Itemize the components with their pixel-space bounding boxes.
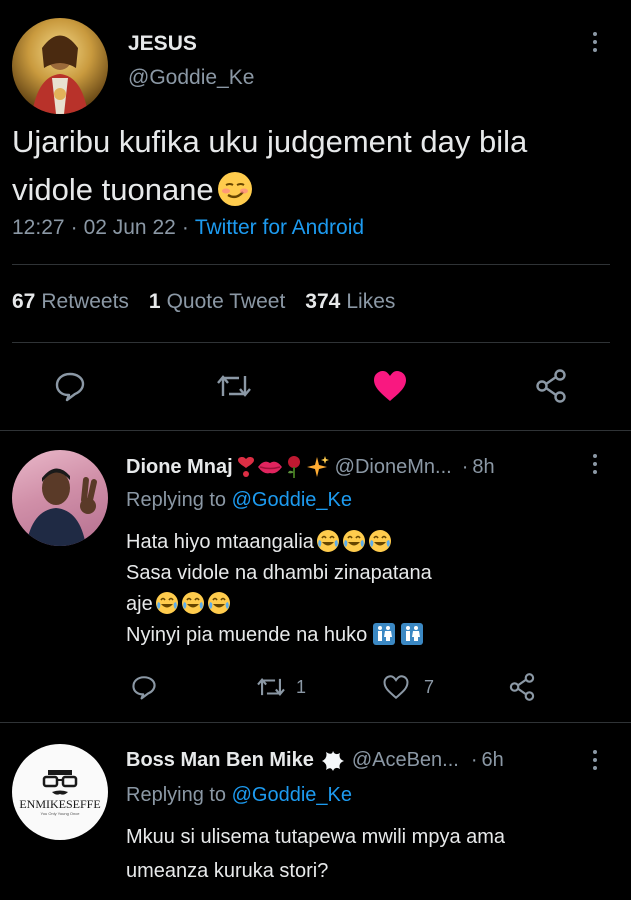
- more-options-icon[interactable]: [592, 32, 598, 52]
- smirk-emoji-icon: [217, 171, 252, 206]
- laughing-emojis: [314, 529, 392, 553]
- tweet-time: 12:27: [12, 216, 65, 239]
- reply-more-options-icon[interactable]: [592, 454, 598, 474]
- tears-of-joy-emoji-icon: [155, 591, 178, 614]
- retweet-icon: [257, 678, 285, 696]
- reply-like-count: 7: [424, 676, 435, 697]
- retweets-label: Retweets: [41, 290, 129, 313]
- replying-to: Replying to @Goddie_Ke: [126, 489, 352, 512]
- tears-of-joy-emoji-icon: [342, 529, 365, 552]
- meta-separator-2: ·: [181, 216, 189, 239]
- reply-icon[interactable]: [54, 370, 86, 402]
- reply-display-name[interactable]: Dione Mnaj: [126, 456, 233, 479]
- reply-text: Hata hiyo mtaangalia Sasa vidole na dham…: [126, 527, 432, 651]
- meta-separator: ·: [470, 749, 478, 771]
- avatar-brand-subtext: You Only Young Once: [41, 811, 81, 816]
- tweet-stats: 67 Retweets 1 Quote Tweet 374 Likes: [12, 290, 395, 314]
- reply-like-button[interactable]: 7: [382, 674, 434, 700]
- reply-time[interactable]: 6h: [482, 749, 504, 772]
- likes-stat[interactable]: 374 Likes: [305, 290, 395, 314]
- divider: [12, 342, 610, 343]
- tweet-meta: 12:27 · 02 Jun 22 · Twitter for Android: [12, 216, 364, 240]
- reply-share-icon[interactable]: [508, 672, 536, 702]
- portrait-icon: [32, 35, 88, 114]
- sparkles-emoji-icon: [306, 456, 329, 477]
- likes-count: 374: [305, 290, 341, 313]
- reply-text-line: aje: [126, 589, 432, 620]
- brand-logo-icon: ENMIKESEFFE You Only Young Once: [19, 770, 101, 816]
- tweet-source-link[interactable]: Twitter for Android: [195, 216, 364, 240]
- retweets-stat[interactable]: 67 Retweets: [12, 290, 129, 314]
- reply-retweet-button[interactable]: 1: [256, 674, 306, 700]
- liked-heart-icon[interactable]: [372, 369, 408, 403]
- tears-of-joy-emoji-icon: [181, 591, 204, 614]
- reply-avatar[interactable]: ENMIKESEFFE You Only Young Once: [12, 744, 108, 840]
- reply-text-line: umeanza kuruka stori?: [126, 860, 329, 882]
- meta-separator: ·: [70, 216, 78, 239]
- share-icon[interactable]: [534, 368, 568, 404]
- restroom-emoji-icon: [373, 622, 396, 645]
- tweet-date[interactable]: 02 Jun 22: [84, 216, 176, 240]
- replying-to-prefix: Replying to: [126, 784, 227, 806]
- reply-text: Mkuu si ulisema tutapewa mwili mpya ama …: [126, 820, 505, 888]
- reply-avatar[interactable]: [12, 450, 108, 546]
- quotes-stat[interactable]: 1 Quote Tweet: [149, 290, 285, 314]
- restroom-emoji-icon: [401, 622, 424, 645]
- reply-text-line: Sasa vidole na dhambi zinapatana: [126, 562, 432, 584]
- reply-reply-icon[interactable]: [131, 674, 157, 700]
- toilet-emojis: [367, 622, 424, 646]
- rose-emoji-icon: [287, 456, 300, 478]
- tears-of-joy-emoji-icon: [207, 591, 230, 614]
- heart-exclamation-emoji-icon: [237, 457, 254, 477]
- avatar-brand-text: ENMIKESEFFE: [19, 797, 100, 811]
- retweets-count: 67: [12, 290, 36, 313]
- divider: [0, 430, 631, 431]
- reply-handle[interactable]: @AceBen...: [352, 749, 459, 772]
- replying-to-prefix: Replying to: [126, 489, 227, 511]
- meta-separator: ·: [461, 455, 469, 478]
- reply-text-line: Hata hiyo mtaangalia: [126, 527, 432, 558]
- lips-emoji-icon: [257, 461, 282, 474]
- author-avatar[interactable]: [12, 18, 108, 114]
- tweet-text-line: Ujaribu kufika uku judgement day bila: [12, 124, 528, 159]
- tears-of-joy-emoji-icon: [316, 529, 339, 552]
- tweet-text-line-2: vidole tuonane: [12, 166, 622, 214]
- reply-time[interactable]: 8h: [472, 456, 494, 479]
- quotes-label: Quote Tweet: [166, 290, 286, 313]
- author-handle[interactable]: @Goddie_Ke: [128, 66, 254, 90]
- author-display-name[interactable]: JESUS: [128, 32, 197, 56]
- reply-text-line: Nyinyi pia muende na huko: [126, 620, 432, 651]
- reply-header: Boss Man Ben Mike @AceBen... · 6h: [126, 749, 504, 772]
- tears-of-joy-emoji-icon: [368, 529, 391, 552]
- reply-more-options-icon[interactable]: [592, 750, 598, 770]
- reply-header: Dione Mnaj @DioneMn... · 8h: [126, 455, 495, 479]
- reply-retweet-count: 1: [296, 676, 307, 697]
- person-photo-icon: [26, 468, 97, 546]
- likes-label: Likes: [346, 290, 396, 313]
- quotes-count: 1: [148, 290, 161, 313]
- retweet-icon[interactable]: [216, 370, 252, 402]
- reply-display-name[interactable]: Boss Man Ben Mike: [126, 749, 314, 772]
- laughing-emojis: [153, 591, 231, 615]
- divider: [0, 722, 631, 723]
- reply-handle[interactable]: @DioneMn...: [335, 456, 452, 479]
- heart-icon: [383, 675, 409, 700]
- name-emojis: [237, 455, 329, 479]
- divider: [12, 264, 610, 265]
- replying-to-handle[interactable]: @Goddie_Ke: [232, 784, 352, 806]
- tweet-text: Ujaribu kufika uku judgement day bila vi…: [12, 118, 622, 214]
- reply-text-line: Mkuu si ulisema tutapewa mwili mpya ama: [126, 826, 506, 848]
- anger-symbol-emoji-icon: [321, 750, 344, 771]
- replying-to-handle[interactable]: @Goddie_Ke: [232, 489, 352, 511]
- replying-to: Replying to @Goddie_Ke: [126, 784, 352, 807]
